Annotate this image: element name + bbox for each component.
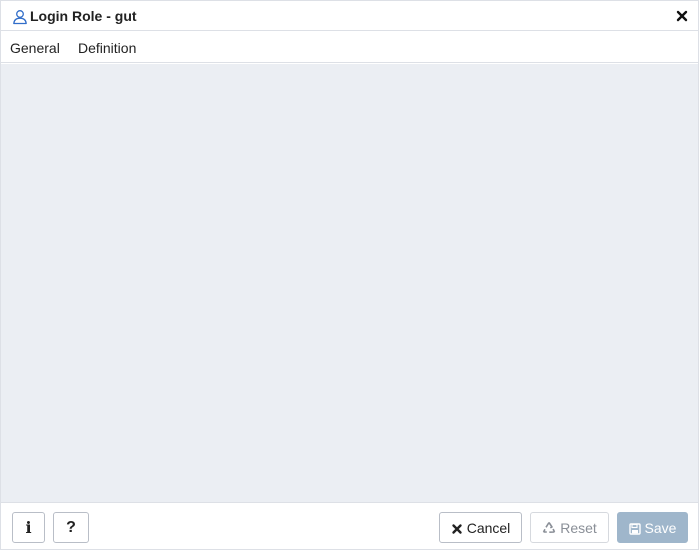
dialog-footer: i ? Cancel Reset Save — [1, 502, 698, 549]
tab-definition[interactable]: Definition — [78, 40, 136, 56]
save-icon — [628, 522, 641, 535]
question-icon: ? — [66, 518, 76, 536]
info-icon: i — [25, 517, 32, 537]
close-icon[interactable] — [675, 9, 689, 23]
save-button[interactable]: Save — [617, 512, 688, 543]
dialog-title: Login Role - gut — [30, 8, 137, 24]
user-icon — [12, 9, 28, 25]
close-icon — [451, 522, 463, 534]
dialog-titlebar[interactable]: Login Role - gut — [1, 1, 698, 31]
tab-content-area — [1, 64, 698, 502]
cancel-button[interactable]: Cancel — [439, 512, 522, 543]
help-button[interactable]: ? — [53, 512, 89, 543]
reset-label: Reset — [560, 519, 597, 536]
recycle-icon — [542, 521, 556, 535]
login-role-dialog: Login Role - gut General Definition i ? … — [0, 0, 699, 550]
save-label: Save — [644, 519, 677, 536]
tab-bar: General Definition — [1, 32, 698, 63]
info-button[interactable]: i — [12, 512, 45, 543]
reset-button[interactable]: Reset — [530, 512, 609, 543]
cancel-label: Cancel — [466, 519, 511, 536]
tab-general[interactable]: General — [10, 40, 60, 56]
